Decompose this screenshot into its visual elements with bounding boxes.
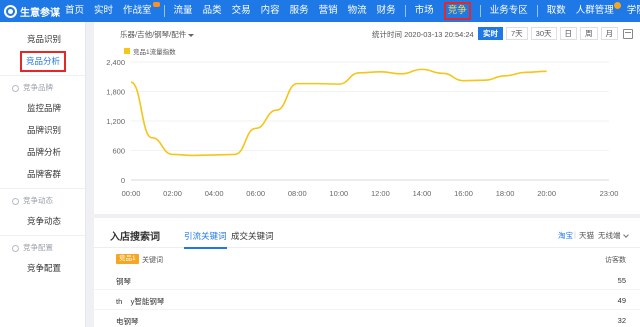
panel-title: 入店搜索词 <box>110 232 160 243</box>
sidebar-item-competition-config[interactable]: 竞争配置 <box>0 257 85 279</box>
keyword-cell: th y智能钢琴 <box>116 297 165 306</box>
sidebar-item-competitor-identify[interactable]: 竞品识别 <box>0 28 85 50</box>
nav-finance[interactable]: 财务 <box>372 0 401 22</box>
badge-icon <box>152 2 160 7</box>
competitor-tag: 竞品1 <box>116 254 139 264</box>
sidebar-item-monitor-brand[interactable]: 监控品牌 <box>0 97 85 119</box>
sidebar-group-dynamics: 竞争动态 <box>0 192 85 210</box>
notification-dot-icon <box>613 2 621 9</box>
logo-icon <box>4 4 17 18</box>
x-tick-label: 08:00 <box>288 189 307 198</box>
sidebar-divider <box>0 235 85 236</box>
column-header-visitors: 访客数 <box>605 257 626 264</box>
keyword-cell: 电钢琴 <box>116 317 139 326</box>
visitor-count-cell: 55 <box>617 276 626 285</box>
x-tick-label: 00:00 <box>122 189 141 198</box>
x-tick-label: 23:00 <box>600 189 619 198</box>
device-selector[interactable]: 无线端 <box>598 230 629 241</box>
sidebar-item-brand-audience[interactable]: 品牌客群 <box>0 163 85 185</box>
group-icon <box>12 244 19 252</box>
sidebar: 竞品识别 竞品分析 竞争品牌 监控品牌 品牌识别 品牌分析 品牌客群 竞争动态 … <box>0 22 86 327</box>
device-label: 无线端 <box>598 231 621 240</box>
sidebar-group-title: 竞争品牌 <box>23 83 53 92</box>
nav-home[interactable]: 首页 <box>60 0 89 22</box>
nav-logistics[interactable]: 物流 <box>343 0 372 22</box>
sidebar-divider <box>0 75 85 76</box>
y-tick-label: 0 <box>121 176 125 185</box>
visitor-count-cell: 32 <box>617 316 626 325</box>
nav-divider <box>479 5 481 17</box>
tab-traffic-keywords[interactable]: 引流关键词 <box>184 230 227 249</box>
brand-name: 生意参谋 <box>20 7 60 19</box>
main-nav: 首页 实时 作战室 流量 品类 交易 内容 服务 营销 物流 财务 市场 竞争 … <box>60 0 640 22</box>
nav-war-room-label: 作战室 <box>123 5 152 16</box>
keyword-cell: 钢琴 <box>116 277 131 286</box>
x-tick-label: 16:00 <box>454 189 473 198</box>
traffic-line-chart: 0 600 1,200 1,800 2,400 00:00 02:00 04:00 06:00 0… <box>106 58 619 198</box>
top-navigation-bar: 生意参谋 首页 实时 作战室 流量 品类 交易 内容 服务 营销 物流 财务 市… <box>0 0 640 22</box>
x-tick-label: 04:00 <box>205 189 224 198</box>
sidebar-item-label: 竞品分析 <box>20 51 67 72</box>
brand[interactable]: 生意参谋 <box>0 0 60 22</box>
table-header: 竞品1 关键词 访客数 <box>94 252 640 268</box>
nav-divider <box>536 5 538 17</box>
nav-service[interactable]: 服务 <box>285 0 314 22</box>
nav-business-zone[interactable]: 业务专区 <box>485 0 533 22</box>
nav-divider <box>404 5 406 17</box>
nav-content[interactable]: 内容 <box>256 0 285 22</box>
nav-crowd-management[interactable]: 人群管理 <box>571 0 622 22</box>
table-row[interactable]: 钢琴 55 <box>94 270 640 290</box>
y-tick-label: 2,400 <box>106 58 125 67</box>
nav-war-room[interactable]: 作战室 <box>118 0 160 22</box>
sidebar-group-config: 竞争配置 <box>0 239 85 257</box>
sidebar-group-title: 竞争配置 <box>23 243 53 252</box>
nav-marketing[interactable]: 营销 <box>314 0 343 22</box>
chevron-down-icon <box>622 232 629 238</box>
platform-taobao[interactable]: 淘宝 <box>558 230 573 241</box>
x-tick-label: 18:00 <box>496 189 515 198</box>
sidebar-item-competitor-analysis[interactable]: 竞品分析 <box>0 50 85 72</box>
x-tick-label: 20:00 <box>537 189 556 198</box>
platform-tmall[interactable]: 天猫 <box>579 230 594 241</box>
y-tick-label: 1,200 <box>106 117 125 126</box>
x-tick-label: 06:00 <box>246 189 265 198</box>
group-icon <box>12 197 19 205</box>
table-row[interactable]: th y智能钢琴 49 <box>94 290 640 310</box>
sidebar-group-brand: 竞争品牌 <box>0 79 85 97</box>
nav-market[interactable]: 市场 <box>410 0 439 22</box>
search-keyword-panel: 入店搜索词 引流关键词 成交关键词 淘宝 | 天猫 无线端 竞品1 关键词 访客… <box>94 218 640 327</box>
nav-traffic[interactable]: 流量 <box>169 0 198 22</box>
y-tick-label: 600 <box>112 147 125 156</box>
group-icon <box>12 84 19 92</box>
nav-divider <box>163 5 165 17</box>
nav-realtime[interactable]: 实时 <box>89 0 118 22</box>
tab-deal-keywords[interactable]: 成交关键词 <box>231 230 274 242</box>
series-line[interactable] <box>130 68 547 157</box>
y-tick-label: 1,800 <box>106 88 125 97</box>
nav-data-fetch[interactable]: 取数 <box>542 0 571 22</box>
sidebar-item-brand-analysis[interactable]: 品牌分析 <box>0 141 85 163</box>
nav-category[interactable]: 品类 <box>198 0 227 22</box>
nav-competition-label: 竞争 <box>443 2 471 20</box>
trend-chart-panel: 乐器/吉他/钢琴/配件 统计时间 2020-03-13 20:54:24 实时 … <box>94 22 640 214</box>
sidebar-item-competition-dynamics[interactable]: 竞争动态 <box>0 210 85 232</box>
x-tick-label: 02:00 <box>163 189 182 198</box>
column-header-keyword: 关键词 <box>142 257 163 264</box>
nav-crowd-management-label: 人群管理 <box>575 5 614 16</box>
x-tick-label: 10:00 <box>329 189 348 198</box>
visitor-count-cell: 49 <box>617 296 626 305</box>
x-tick-label: 12:00 <box>371 189 390 198</box>
nav-transaction[interactable]: 交易 <box>227 0 256 22</box>
nav-academy[interactable]: 学院 <box>622 0 640 22</box>
platform-separator: | <box>574 230 576 239</box>
keyword-panel-header: 入店搜索词 引流关键词 成交关键词 淘宝 | 天猫 无线端 <box>94 218 640 249</box>
sidebar-group-title: 竞争动态 <box>23 196 53 205</box>
x-tick-label: 14:00 <box>413 189 432 198</box>
table-row[interactable]: 电钢琴 32 <box>94 310 640 327</box>
sidebar-divider <box>0 188 85 189</box>
nav-competition[interactable]: 竞争 <box>439 0 476 22</box>
sidebar-item-brand-identify[interactable]: 品牌识别 <box>0 119 85 141</box>
